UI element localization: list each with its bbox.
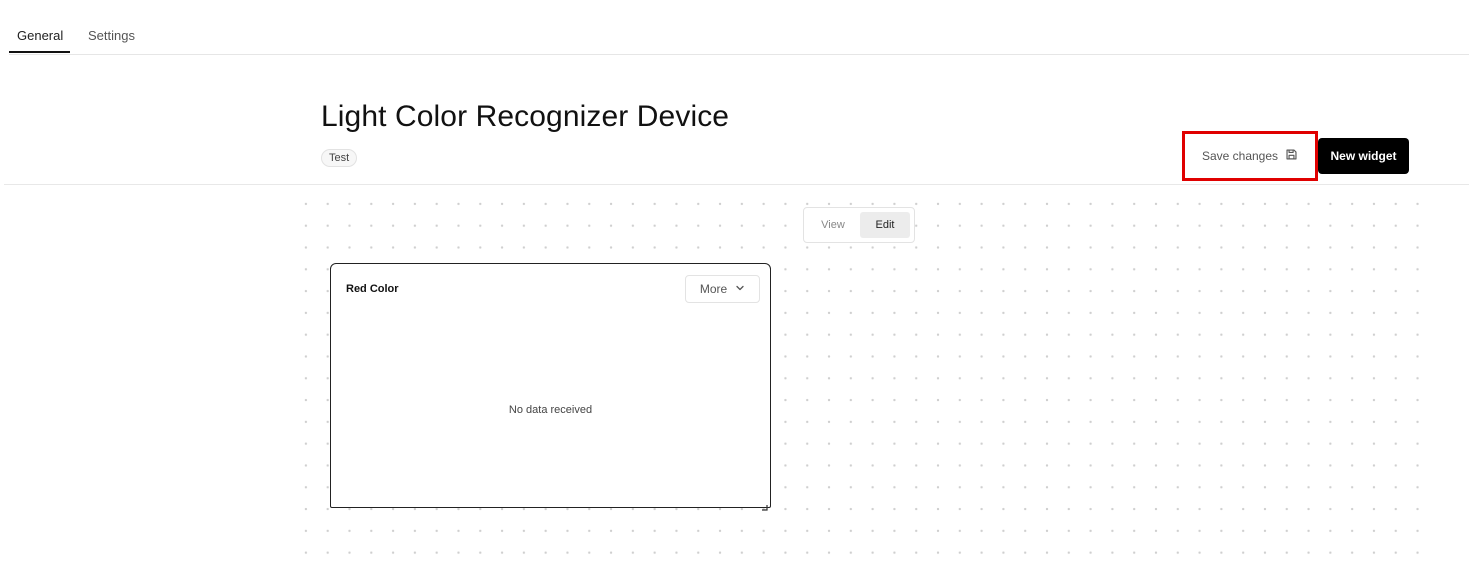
save-changes-button[interactable]: Save changes: [1192, 140, 1308, 172]
widget-card[interactable]: Red Color More No data received: [330, 263, 771, 511]
edit-mode-button[interactable]: Edit: [860, 212, 910, 238]
page-title: Light Color Recognizer Device: [321, 100, 730, 133]
more-label: More: [699, 282, 728, 296]
tab-general[interactable]: General: [17, 28, 63, 43]
header-divider: [4, 184, 1469, 185]
more-menu-button[interactable]: More: [685, 275, 760, 303]
tab-settings[interactable]: Settings: [88, 28, 135, 43]
chevron-down-icon: [735, 282, 745, 296]
view-edit-toggle: View Edit: [803, 207, 915, 243]
new-widget-button[interactable]: New widget: [1318, 138, 1409, 174]
view-mode-button[interactable]: View: [808, 212, 858, 238]
no-data-message: No data received: [508, 404, 593, 416]
floppy-disk-icon: [1285, 148, 1298, 164]
widget-title: Red Color: [346, 283, 399, 295]
tab-bar: General Settings: [9, 0, 1469, 55]
save-changes-label: Save changes: [1201, 149, 1279, 163]
tag-badge: Test: [321, 149, 358, 167]
active-tab-indicator: [9, 51, 70, 53]
resize-handle-icon[interactable]: [761, 498, 768, 511]
